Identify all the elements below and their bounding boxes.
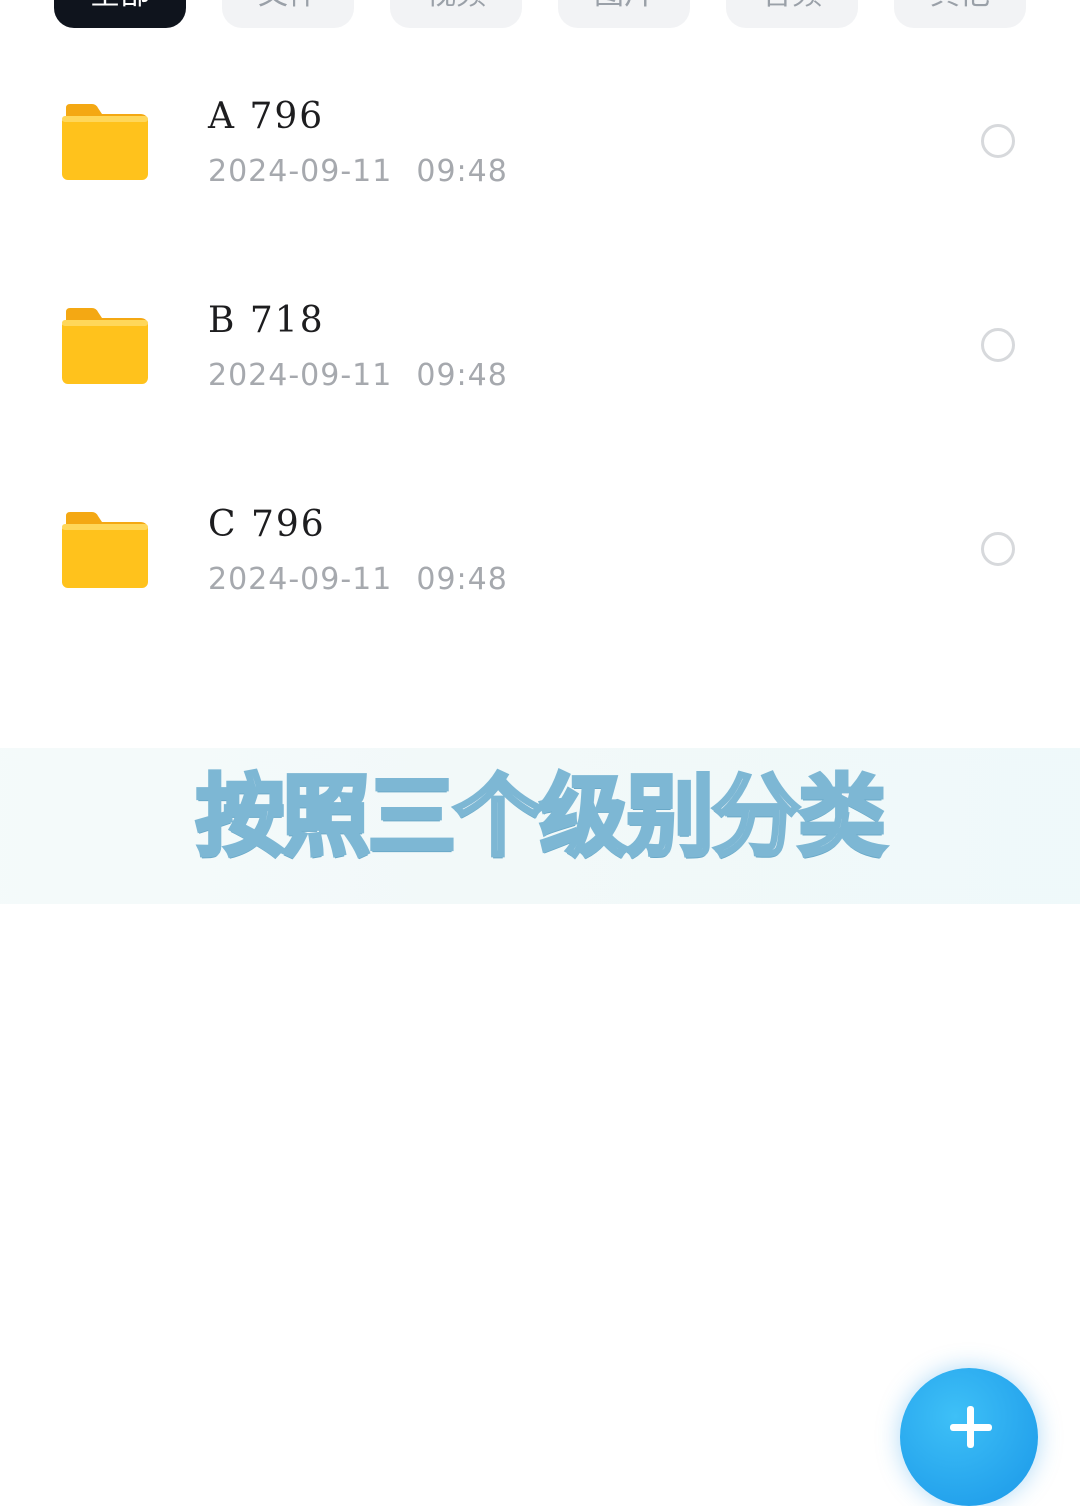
folder-icon xyxy=(62,308,148,384)
filter-chip-audio[interactable]: 音频 xyxy=(726,0,858,28)
folder-name: C 796 xyxy=(208,504,326,545)
caption-text: 按照三个级别分类 xyxy=(194,763,888,870)
folder-timestamp: 2024-09-11 09:48 xyxy=(208,154,508,189)
folder-time: 09:48 xyxy=(416,154,508,189)
folder-name: A 796 xyxy=(208,96,325,137)
folder-timestamp: 2024-09-11 09:48 xyxy=(208,358,508,393)
filter-chip-all[interactable]: 全部 xyxy=(54,0,186,28)
filter-chip-files[interactable]: 文件 xyxy=(222,0,354,28)
folder-date: 2024-09-11 xyxy=(208,154,393,189)
filter-chip-other[interactable]: 其他 xyxy=(894,0,1026,28)
folder-row[interactable]: B 718 2024-09-11 09:48 xyxy=(0,244,1080,448)
folder-row[interactable]: A 796 2024-09-11 09:48 xyxy=(0,40,1080,244)
folder-icon xyxy=(62,104,148,180)
folder-timestamp: 2024-09-11 09:48 xyxy=(208,562,508,597)
folder-date: 2024-09-11 xyxy=(208,562,393,597)
select-checkbox[interactable] xyxy=(981,328,1015,362)
filter-chip-images[interactable]: 图片 xyxy=(558,0,690,28)
folder-date: 2024-09-11 xyxy=(208,358,393,393)
plus-icon xyxy=(950,1406,992,1448)
select-checkbox[interactable] xyxy=(981,532,1015,566)
filter-chip-videos[interactable]: 视频 xyxy=(390,0,522,28)
select-checkbox[interactable] xyxy=(981,124,1015,158)
folder-icon xyxy=(62,512,148,588)
add-button[interactable] xyxy=(900,1368,1038,1506)
folder-time: 09:48 xyxy=(416,562,508,597)
folder-time: 09:48 xyxy=(416,358,508,393)
folder-row[interactable]: C 796 2024-09-11 09:48 xyxy=(0,448,1080,652)
folder-name: B 718 xyxy=(208,300,325,341)
filter-chip-bar: 全部 文件 视频 图片 音频 其他 xyxy=(0,0,1080,28)
